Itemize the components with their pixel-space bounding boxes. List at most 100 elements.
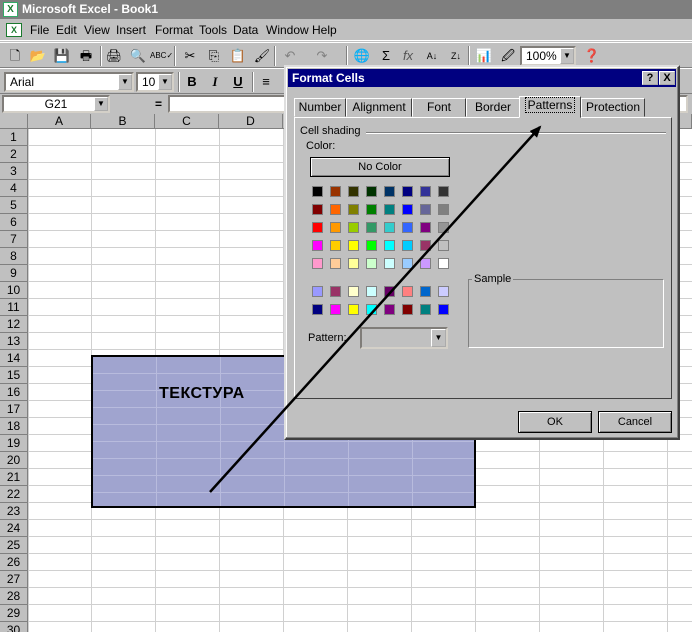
color-swatch[interactable] <box>330 222 341 233</box>
color-swatch[interactable] <box>402 204 413 215</box>
sort-descending-icon[interactable]: Z↓ <box>446 46 466 66</box>
menu-view[interactable]: View <box>84 19 110 41</box>
color-swatch[interactable] <box>420 286 431 297</box>
font-name-select[interactable]: Arial ▼ <box>4 72 134 92</box>
row-header-7[interactable]: 7 <box>0 231 28 248</box>
row-header-26[interactable]: 26 <box>0 554 28 571</box>
row-header-15[interactable]: 15 <box>0 367 28 384</box>
italic-button[interactable]: I <box>205 72 225 92</box>
color-swatch[interactable] <box>402 286 413 297</box>
row-header-27[interactable]: 27 <box>0 571 28 588</box>
row-header-29[interactable]: 29 <box>0 605 28 622</box>
name-box[interactable]: G21 ▼ <box>2 95 110 113</box>
color-swatch[interactable] <box>348 222 359 233</box>
cut-icon[interactable]: ✂ <box>180 46 200 66</box>
color-swatch[interactable] <box>384 186 395 197</box>
color-swatch[interactable] <box>420 222 431 233</box>
sort-ascending-icon[interactable]: A↓ <box>422 46 442 66</box>
menu-help[interactable]: Help <box>312 19 337 41</box>
align-left-icon[interactable]: ≡ <box>256 72 276 92</box>
preview-icon[interactable]: 🔍 <box>128 46 148 66</box>
color-swatch[interactable] <box>402 304 413 315</box>
ok-button[interactable]: OK <box>518 411 592 433</box>
bold-button[interactable]: B <box>182 72 202 92</box>
row-header-16[interactable]: 16 <box>0 384 28 401</box>
tab-patterns[interactable]: Patterns <box>519 96 581 118</box>
menu-data[interactable]: Data <box>233 19 258 41</box>
row-header-18[interactable]: 18 <box>0 418 28 435</box>
color-swatch[interactable] <box>384 286 395 297</box>
color-swatch[interactable] <box>438 286 449 297</box>
row-header-8[interactable]: 8 <box>0 248 28 265</box>
row-header-2[interactable]: 2 <box>0 146 28 163</box>
drawing-icon[interactable]: 🖉 <box>498 46 518 66</box>
row-header-23[interactable]: 23 <box>0 503 28 520</box>
row-header-13[interactable]: 13 <box>0 333 28 350</box>
row-header-20[interactable]: 20 <box>0 452 28 469</box>
format-painter-icon[interactable]: 🖌 <box>252 46 272 66</box>
cancel-button[interactable]: Cancel <box>598 411 672 433</box>
color-swatch[interactable] <box>348 240 359 251</box>
color-swatch[interactable] <box>438 222 449 233</box>
color-swatch[interactable] <box>438 304 449 315</box>
no-color-button[interactable]: No Color <box>310 157 450 177</box>
color-swatch[interactable] <box>330 258 341 269</box>
help-button[interactable]: ? <box>642 71 658 85</box>
row-header-28[interactable]: 28 <box>0 588 28 605</box>
color-swatch[interactable] <box>312 304 323 315</box>
color-swatch[interactable] <box>330 186 341 197</box>
color-swatch[interactable] <box>330 286 341 297</box>
row-header-22[interactable]: 22 <box>0 486 28 503</box>
row-header-30[interactable]: 30 <box>0 622 28 632</box>
chevron-down-icon[interactable]: ▼ <box>94 97 108 111</box>
copy-icon[interactable]: ⎘ <box>204 46 224 66</box>
row-header-24[interactable]: 24 <box>0 520 28 537</box>
color-swatch[interactable] <box>312 204 323 215</box>
menu-edit[interactable]: Edit <box>56 19 77 41</box>
close-button[interactable]: X <box>659 71 675 85</box>
row-header-11[interactable]: 11 <box>0 299 28 316</box>
font-size-select[interactable]: 10 ▼ <box>136 72 174 92</box>
color-swatch[interactable] <box>330 204 341 215</box>
workbook-icon[interactable]: X <box>6 23 22 37</box>
color-swatch[interactable] <box>420 240 431 251</box>
function-icon[interactable]: fx <box>398 46 418 66</box>
column-header-a[interactable]: A <box>28 114 91 129</box>
tab-font[interactable]: Font <box>412 98 466 117</box>
row-header-10[interactable]: 10 <box>0 282 28 299</box>
row-header-21[interactable]: 21 <box>0 469 28 486</box>
undo-icon[interactable]: ↶ <box>280 46 300 66</box>
row-header-19[interactable]: 19 <box>0 435 28 452</box>
color-swatch[interactable] <box>384 222 395 233</box>
color-swatch[interactable] <box>348 258 359 269</box>
color-swatch[interactable] <box>438 240 449 251</box>
open-icon[interactable]: 📂 <box>28 46 48 66</box>
color-swatch[interactable] <box>366 204 377 215</box>
menu-window[interactable]: Window <box>266 19 309 41</box>
color-swatch[interactable] <box>402 222 413 233</box>
color-swatch[interactable] <box>312 186 323 197</box>
color-swatch[interactable] <box>366 222 377 233</box>
row-header-14[interactable]: 14 <box>0 350 28 367</box>
color-swatch[interactable] <box>330 304 341 315</box>
chart-wizard-icon[interactable]: 📊 <box>474 46 494 66</box>
color-swatch[interactable] <box>348 304 359 315</box>
color-swatch[interactable] <box>312 258 323 269</box>
column-header-c[interactable]: C <box>155 114 219 129</box>
color-swatch[interactable] <box>366 304 377 315</box>
autosum-icon[interactable]: Σ <box>376 46 396 66</box>
menu-insert[interactable]: Insert <box>116 19 146 41</box>
row-header-3[interactable]: 3 <box>0 163 28 180</box>
color-swatch[interactable] <box>312 286 323 297</box>
underline-button[interactable]: U <box>228 72 248 92</box>
color-swatch[interactable] <box>348 204 359 215</box>
color-swatch[interactable] <box>384 304 395 315</box>
color-swatch[interactable] <box>420 304 431 315</box>
pattern-select[interactable]: ▼ <box>360 327 448 349</box>
tab-alignment[interactable]: Alignment <box>346 98 412 117</box>
color-swatch[interactable] <box>366 286 377 297</box>
color-swatch[interactable] <box>402 258 413 269</box>
web-icon[interactable]: 🌐 <box>352 46 372 66</box>
row-header-4[interactable]: 4 <box>0 180 28 197</box>
menu-format[interactable]: Format <box>155 19 193 41</box>
